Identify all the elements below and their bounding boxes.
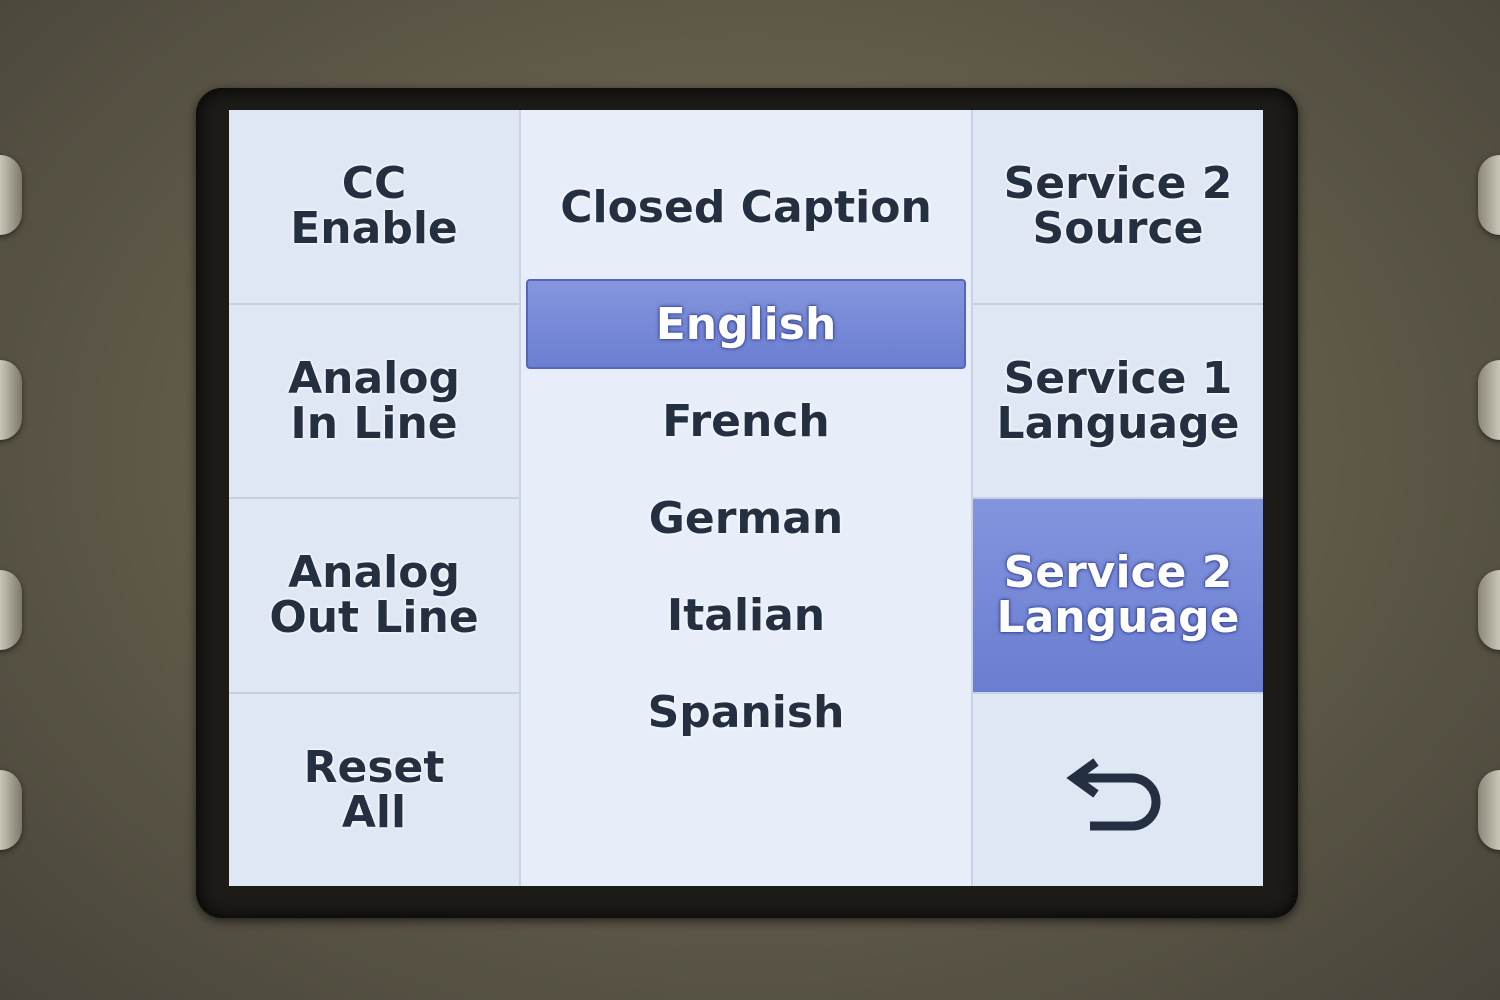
- reset-all-softkey[interactable]: Reset All: [229, 693, 519, 886]
- display-screen: CC Enable Analog In Line Analog Out Line…: [229, 110, 1263, 886]
- closed-caption-menu: Closed Caption English French German Ita…: [519, 110, 973, 886]
- menu-title: Closed Caption: [560, 182, 932, 233]
- hardware-button-right-4[interactable]: [1478, 770, 1500, 850]
- right-softkey-column: Service 2 Source Service 1 Language Serv…: [973, 110, 1263, 886]
- analog-in-line-softkey[interactable]: Analog In Line: [229, 304, 519, 499]
- service-2-language-softkey[interactable]: Service 2 Language: [973, 499, 1263, 694]
- hardware-button-left-4[interactable]: [0, 770, 22, 850]
- option-german[interactable]: German: [526, 473, 966, 563]
- hardware-button-left-3[interactable]: [0, 570, 22, 650]
- option-english[interactable]: English: [526, 279, 966, 369]
- hardware-button-left-2[interactable]: [0, 360, 22, 440]
- option-spanish[interactable]: Spanish: [526, 667, 966, 757]
- hardware-button-left-1[interactable]: [0, 155, 22, 235]
- language-option-list: English French German Italian Spanish: [526, 279, 966, 764]
- back-button[interactable]: [973, 693, 1263, 886]
- hardware-button-right-3[interactable]: [1478, 570, 1500, 650]
- service-2-source-softkey[interactable]: Service 2 Source: [973, 110, 1263, 305]
- hardware-button-right-2[interactable]: [1478, 360, 1500, 440]
- cc-enable-softkey[interactable]: CC Enable: [229, 110, 519, 305]
- left-softkey-column: CC Enable Analog In Line Analog Out Line…: [229, 110, 519, 886]
- analog-out-line-softkey[interactable]: Analog Out Line: [229, 499, 519, 694]
- service-1-language-softkey[interactable]: Service 1 Language: [973, 304, 1263, 499]
- hardware-button-right-1[interactable]: [1478, 155, 1500, 235]
- option-italian[interactable]: Italian: [526, 570, 966, 660]
- back-arrow-icon: [1066, 758, 1161, 831]
- option-french[interactable]: French: [526, 376, 966, 466]
